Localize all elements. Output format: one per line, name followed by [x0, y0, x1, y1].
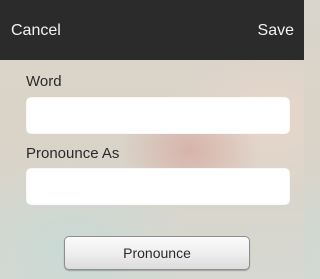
- word-input[interactable]: [26, 97, 290, 134]
- navigation-bar: Cancel Save: [0, 0, 304, 60]
- pronounce-button[interactable]: Pronounce: [64, 236, 250, 270]
- cancel-button[interactable]: Cancel: [11, 21, 61, 41]
- pronounce-as-label: Pronounce As: [26, 145, 120, 162]
- word-label: Word: [26, 73, 62, 90]
- pronounce-as-input[interactable]: [26, 168, 290, 205]
- save-button[interactable]: Save: [258, 21, 294, 41]
